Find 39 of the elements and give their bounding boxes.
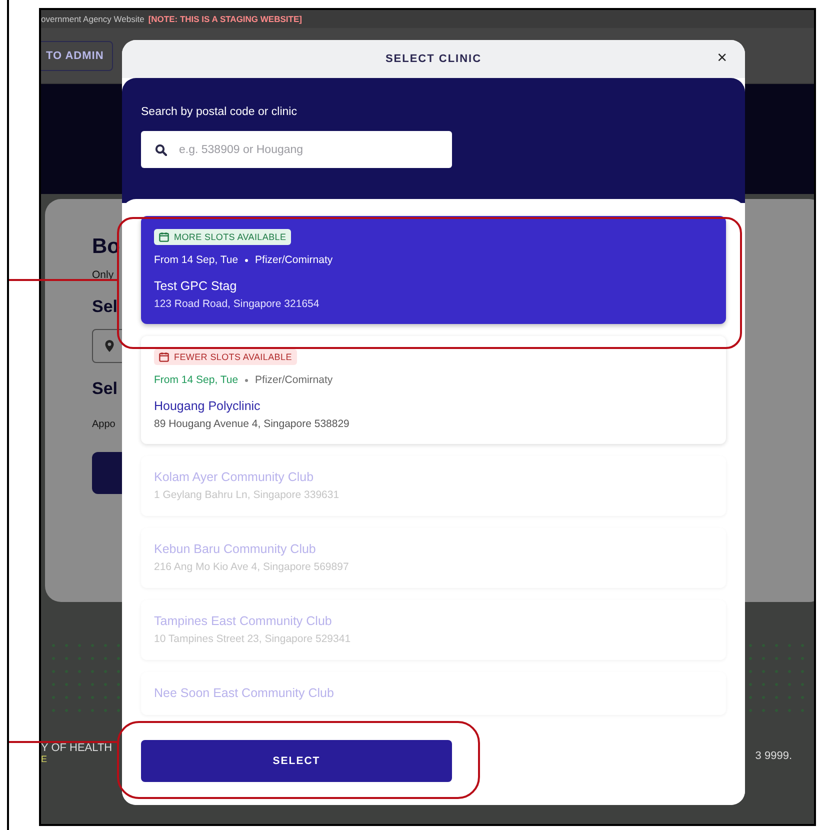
select-button[interactable]: SELECT xyxy=(141,740,452,782)
location-pin-icon xyxy=(105,340,114,352)
clinic-name: Hougang Polyclinic xyxy=(154,399,260,413)
appointment-label: Appo xyxy=(92,419,116,430)
close-button[interactable]: × xyxy=(713,48,731,68)
footer-text: E xyxy=(41,754,48,764)
clinic-address: 216 Ang Mo Kio Ave 4, Singapore 569897 xyxy=(154,561,349,573)
banner-text: overnment Agency Website xyxy=(41,14,144,24)
clinic-name: Test GPC Stag xyxy=(154,279,237,293)
search-label: Search by postal code or clinic xyxy=(141,106,298,118)
clinic-name: Nee Soon East Community Club xyxy=(154,686,334,700)
section-heading: Sel xyxy=(92,379,118,399)
search-field[interactable]: e.g. 538909 or Hougang xyxy=(141,131,452,168)
clinic-address: 89 Hougang Avenue 4, Singapore 538829 xyxy=(154,418,350,430)
vaccine-name: Pfizer/Comirnaty xyxy=(255,254,333,266)
calendar-icon xyxy=(159,352,169,362)
bullet-dot-icon xyxy=(245,378,248,382)
availability-badge: MORE SLOTS AVAILABLE xyxy=(154,229,292,245)
clinic-card[interactable]: MORE SLOTS AVAILABLE From 14 Sep, Tue Pfizer/Comirnaty Test GPC Stag 123 Road Road, Singapore 321654 xyxy=(141,216,726,324)
start-date: From 14 Sep, Tue xyxy=(154,254,238,266)
section-heading: Sel xyxy=(92,297,118,317)
clinic-name: Kebun Baru Community Club xyxy=(154,542,316,556)
clinic-address: 10 Tampines Street 23, Singapore 529341 xyxy=(154,633,351,645)
clinic-card[interactable]: FEWER SLOTS AVAILABLE From 14 Sep, Tue Pfizer/Comirnaty Hougang Polyclinic 89 Hougang Avenue 4, Singapore 538829 xyxy=(141,336,726,444)
clinic-address: 123 Road Road, Singapore 321654 xyxy=(154,298,320,310)
staging-note: [NOTE: THIS IS A STAGING WEBSITE] xyxy=(148,14,302,24)
start-date: From 14 Sep, Tue xyxy=(154,374,238,386)
calendar-icon xyxy=(159,232,169,242)
footer-text: Y OF HEALTH xyxy=(41,742,112,754)
card-subtitle: Only xyxy=(92,269,114,281)
clinic-address: 1 Geylang Bahru Ln, Singapore 339631 xyxy=(154,489,340,501)
bullet-dot-icon xyxy=(245,258,248,262)
availability-badge: FEWER SLOTS AVAILABLE xyxy=(154,349,297,365)
admin-button[interactable]: TO ADMIN xyxy=(41,40,113,70)
clinic-name: Kolam Ayer Community Club xyxy=(154,470,314,484)
footer-text: 3 9999. xyxy=(755,750,792,762)
dialog-title: SELECT CLINIC xyxy=(385,53,482,65)
vaccine-name: Pfizer/Comirnaty xyxy=(255,374,333,386)
clinic-name: Tampines East Community Club xyxy=(154,614,332,628)
